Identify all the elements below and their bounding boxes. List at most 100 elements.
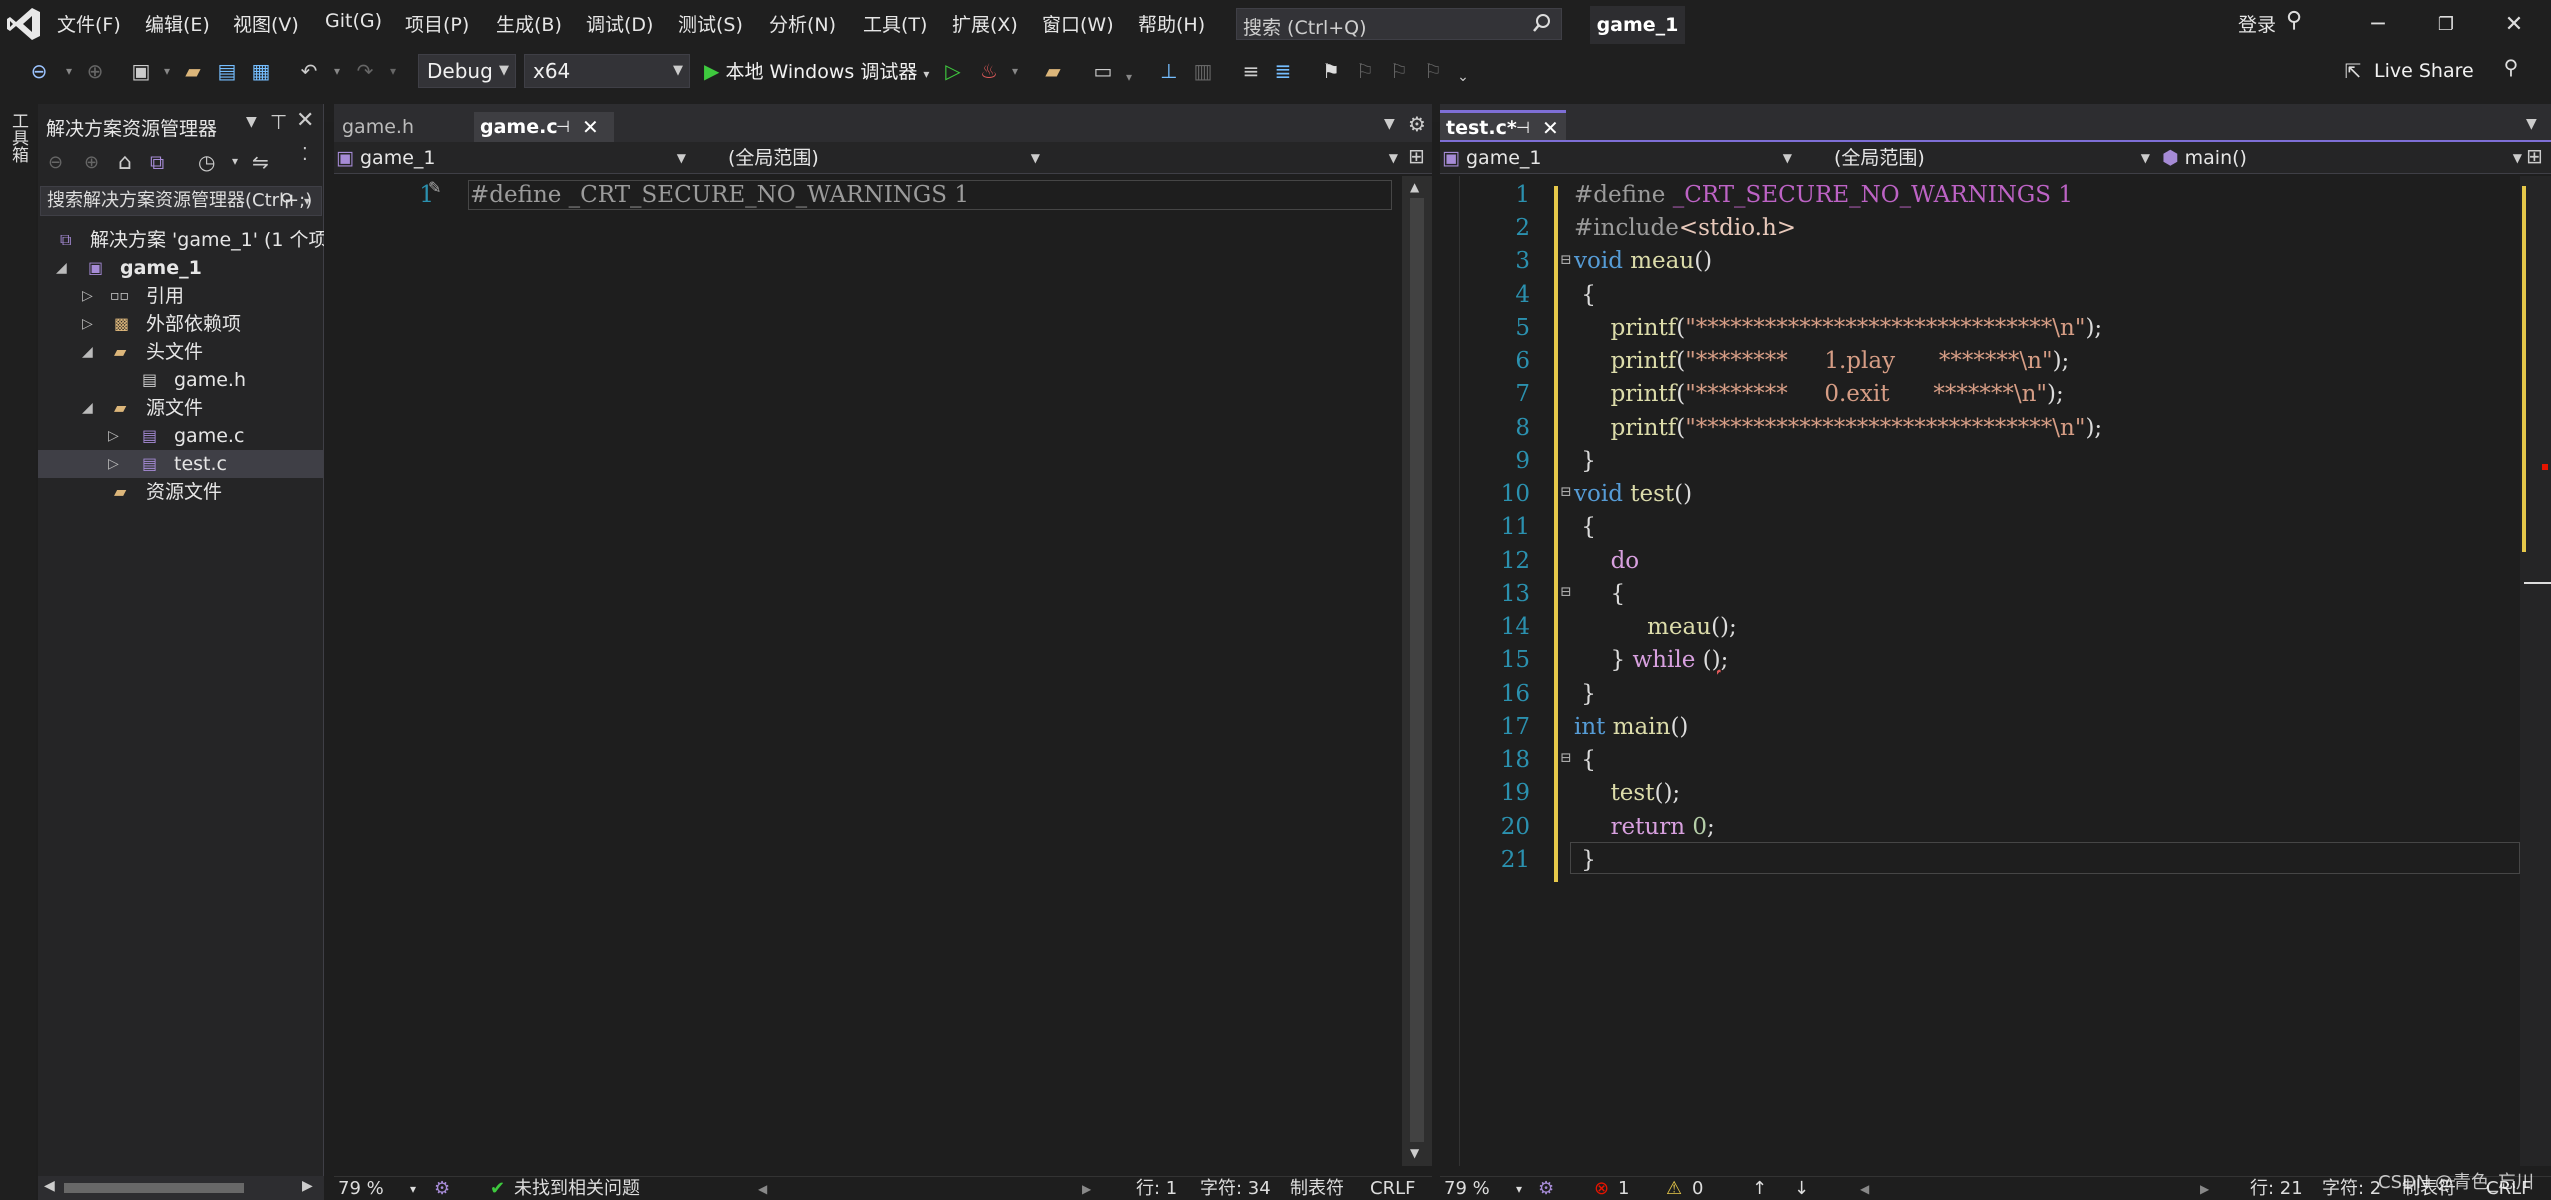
collapse-icon[interactable]: ⊟: [1560, 750, 1572, 766]
sync-icon[interactable]: ⇋: [252, 150, 269, 174]
save-icon[interactable]: ▤: [214, 58, 240, 84]
horizontal-scrollbar[interactable]: ◀ ▶: [38, 1176, 324, 1200]
menu-debug[interactable]: 调试(D): [586, 10, 653, 37]
undo-icon[interactable]: ↶: [296, 58, 322, 84]
menu-project[interactable]: 项目(P): [405, 10, 469, 37]
glyph-margin[interactable]: [1440, 176, 1460, 1166]
live-share-button[interactable]: Live Share: [2374, 54, 2474, 88]
config-select[interactable]: Debug ▼: [418, 54, 516, 88]
tab-game-c[interactable]: game.c ⊣ ✕: [474, 112, 614, 142]
tree-header-files[interactable]: ◢ ▰ 头文件: [38, 338, 324, 366]
layout-dropdown-icon[interactable]: ▾: [1116, 64, 1142, 90]
hscroll-right-icon[interactable]: ▶: [2200, 1177, 2209, 1200]
scroll-up-icon[interactable]: ▲: [1410, 180, 1419, 194]
platform-select[interactable]: x64 ▼: [524, 54, 690, 88]
start-debug-button[interactable]: ▶ 本地 Windows 调试器 ▾: [704, 54, 929, 88]
menu-test[interactable]: 测试(S): [678, 10, 743, 37]
split-icon[interactable]: ⊞: [1408, 144, 1425, 168]
menu-edit[interactable]: 编辑(E): [145, 10, 210, 37]
intellicode-icon[interactable]: ⚙: [434, 1177, 450, 1200]
collapsed-arrow-icon[interactable]: ▷: [108, 450, 119, 478]
undo-dropdown-icon[interactable]: ▾: [324, 58, 350, 84]
tab-list-dropdown-icon[interactable]: ▼: [1384, 116, 1395, 132]
collapse-icon[interactable]: ⊟: [1560, 584, 1572, 600]
scroll-thumb[interactable]: [64, 1183, 244, 1193]
forward-icon[interactable]: ⊕: [84, 152, 99, 173]
zoom-level[interactable]: 79 %: [1444, 1177, 1490, 1200]
collapsed-arrow-icon[interactable]: ▷: [82, 310, 93, 338]
collapse-icon[interactable]: ⊟: [1560, 252, 1572, 268]
close-panel-icon[interactable]: ✕: [296, 108, 314, 133]
prev-issue-icon[interactable]: ↑: [1752, 1177, 1767, 1200]
redo-dropdown-icon[interactable]: ▾: [380, 58, 406, 84]
more-icon[interactable]: ⁚: [302, 144, 308, 165]
sign-in-link[interactable]: 登录: [2238, 10, 2276, 37]
zoom-dropdown-icon[interactable]: ▾: [410, 1177, 416, 1200]
tree-game-c[interactable]: ▷ ▤ game.c: [38, 422, 324, 450]
hscroll-right-icon[interactable]: ▶: [1082, 1177, 1091, 1200]
intellicode-icon[interactable]: ⚙: [1538, 1177, 1554, 1200]
toolbox-strip[interactable]: 工具箱: [0, 104, 36, 1200]
tree-resource-files[interactable]: ▰ 资源文件: [38, 478, 324, 506]
panel-menu-icon[interactable]: ▼: [246, 114, 257, 130]
restore-button[interactable]: ❐: [2415, 6, 2477, 44]
browse-folder-icon[interactable]: ▰: [1040, 58, 1066, 84]
clear-bookmarks-icon[interactable]: ⚐: [1420, 58, 1446, 84]
eol-indicator[interactable]: CRLF: [1370, 1177, 1415, 1200]
bookmark-icon[interactable]: ⚑: [1318, 58, 1344, 84]
collapsed-arrow-icon[interactable]: ▷: [82, 282, 93, 310]
expanded-arrow-icon[interactable]: ◢: [82, 394, 93, 422]
tree-solution[interactable]: ⧉ 解决方案 'game_1' (1 个项目，共 1 个): [38, 226, 324, 254]
visual-studio-logo-icon[interactable]: [4, 4, 44, 44]
tab-game-h[interactable]: game.h: [336, 112, 462, 142]
tree-external-deps[interactable]: ▷ ▩ 外部依赖项: [38, 310, 324, 338]
warning-count[interactable]: 0: [1692, 1177, 1703, 1200]
menu-extensions[interactable]: 扩展(X): [952, 10, 1018, 37]
home-icon[interactable]: ⌂: [118, 150, 132, 175]
menu-tools[interactable]: 工具(T): [863, 10, 927, 37]
account-pin-icon[interactable]: ⚲: [2286, 8, 2302, 33]
error-count[interactable]: 1: [1618, 1177, 1629, 1200]
minimize-button[interactable]: ─: [2347, 6, 2409, 44]
search-options-icon[interactable]: ▾: [304, 194, 310, 208]
pin-icon[interactable]: ⊤: [270, 110, 287, 134]
tree-game-h[interactable]: ▤ game.h: [38, 366, 324, 394]
issues-status[interactable]: 未找到相关问题: [514, 1177, 640, 1200]
new-item-icon[interactable]: ▣: [128, 58, 154, 84]
close-window-button[interactable]: ✕: [2483, 6, 2545, 44]
tree-project[interactable]: ◢ ▣ game_1: [38, 254, 324, 282]
menu-help[interactable]: 帮助(H): [1138, 10, 1205, 37]
step-icon[interactable]: ⊥: [1156, 58, 1182, 84]
comment-icon[interactable]: ≡: [1238, 58, 1264, 84]
start-without-debug-icon[interactable]: ▷: [940, 58, 966, 84]
nav-scope-select[interactable]: (全局范围) ▼: [698, 144, 1044, 172]
switch-views-icon[interactable]: ⧉: [150, 150, 164, 174]
feedback-icon[interactable]: ⚲: [2498, 54, 2524, 80]
scroll-left-icon[interactable]: ◀: [44, 1178, 55, 1194]
back-icon[interactable]: ⊖: [26, 58, 52, 84]
menu-file[interactable]: 文件(F): [57, 10, 121, 37]
collapsed-arrow-icon[interactable]: ▷: [108, 422, 119, 450]
hot-reload-dropdown-icon[interactable]: ▾: [1002, 58, 1028, 84]
next-bookmark-icon[interactable]: ⚐: [1386, 58, 1412, 84]
code-area-left[interactable]: 1 ✎ #define _CRT_SECURE_NO_WARNINGS 1: [334, 176, 1432, 1166]
redo-icon[interactable]: ↷: [352, 58, 378, 84]
settings-gear-icon[interactable]: ⚙: [1408, 112, 1426, 136]
tree-source-files[interactable]: ◢ ▰ 源文件: [38, 394, 324, 422]
error-icon[interactable]: ⊗: [1594, 1177, 1609, 1200]
forward-icon[interactable]: ⊕: [82, 58, 108, 84]
new-item-dropdown-icon[interactable]: ▾: [154, 58, 180, 84]
tabs-indicator[interactable]: 制表符: [1290, 1177, 1344, 1200]
quick-action-icon[interactable]: ✎: [428, 178, 441, 197]
code-area-right[interactable]: 1 2 3 4 5 6 7 8 9 10 11 12 13 14 15 16 1…: [1440, 176, 2520, 1166]
live-share-icon[interactable]: ⇱: [2340, 58, 2366, 84]
nav-project-select[interactable]: ▣ game_1 ▼: [1442, 144, 1796, 172]
menu-analyze[interactable]: 分析(N): [769, 10, 836, 37]
menu-git[interactable]: Git(G): [325, 10, 382, 32]
collapse-icon[interactable]: ⊟: [1560, 484, 1572, 500]
zoom-dropdown-icon[interactable]: ▾: [1516, 1177, 1522, 1200]
hot-reload-icon[interactable]: ♨: [976, 58, 1002, 84]
back-icon[interactable]: ⊖: [48, 152, 63, 173]
uncomment-icon[interactable]: ≣: [1270, 58, 1296, 84]
tree-references[interactable]: ▷ ▫▫ 引用: [38, 282, 324, 310]
